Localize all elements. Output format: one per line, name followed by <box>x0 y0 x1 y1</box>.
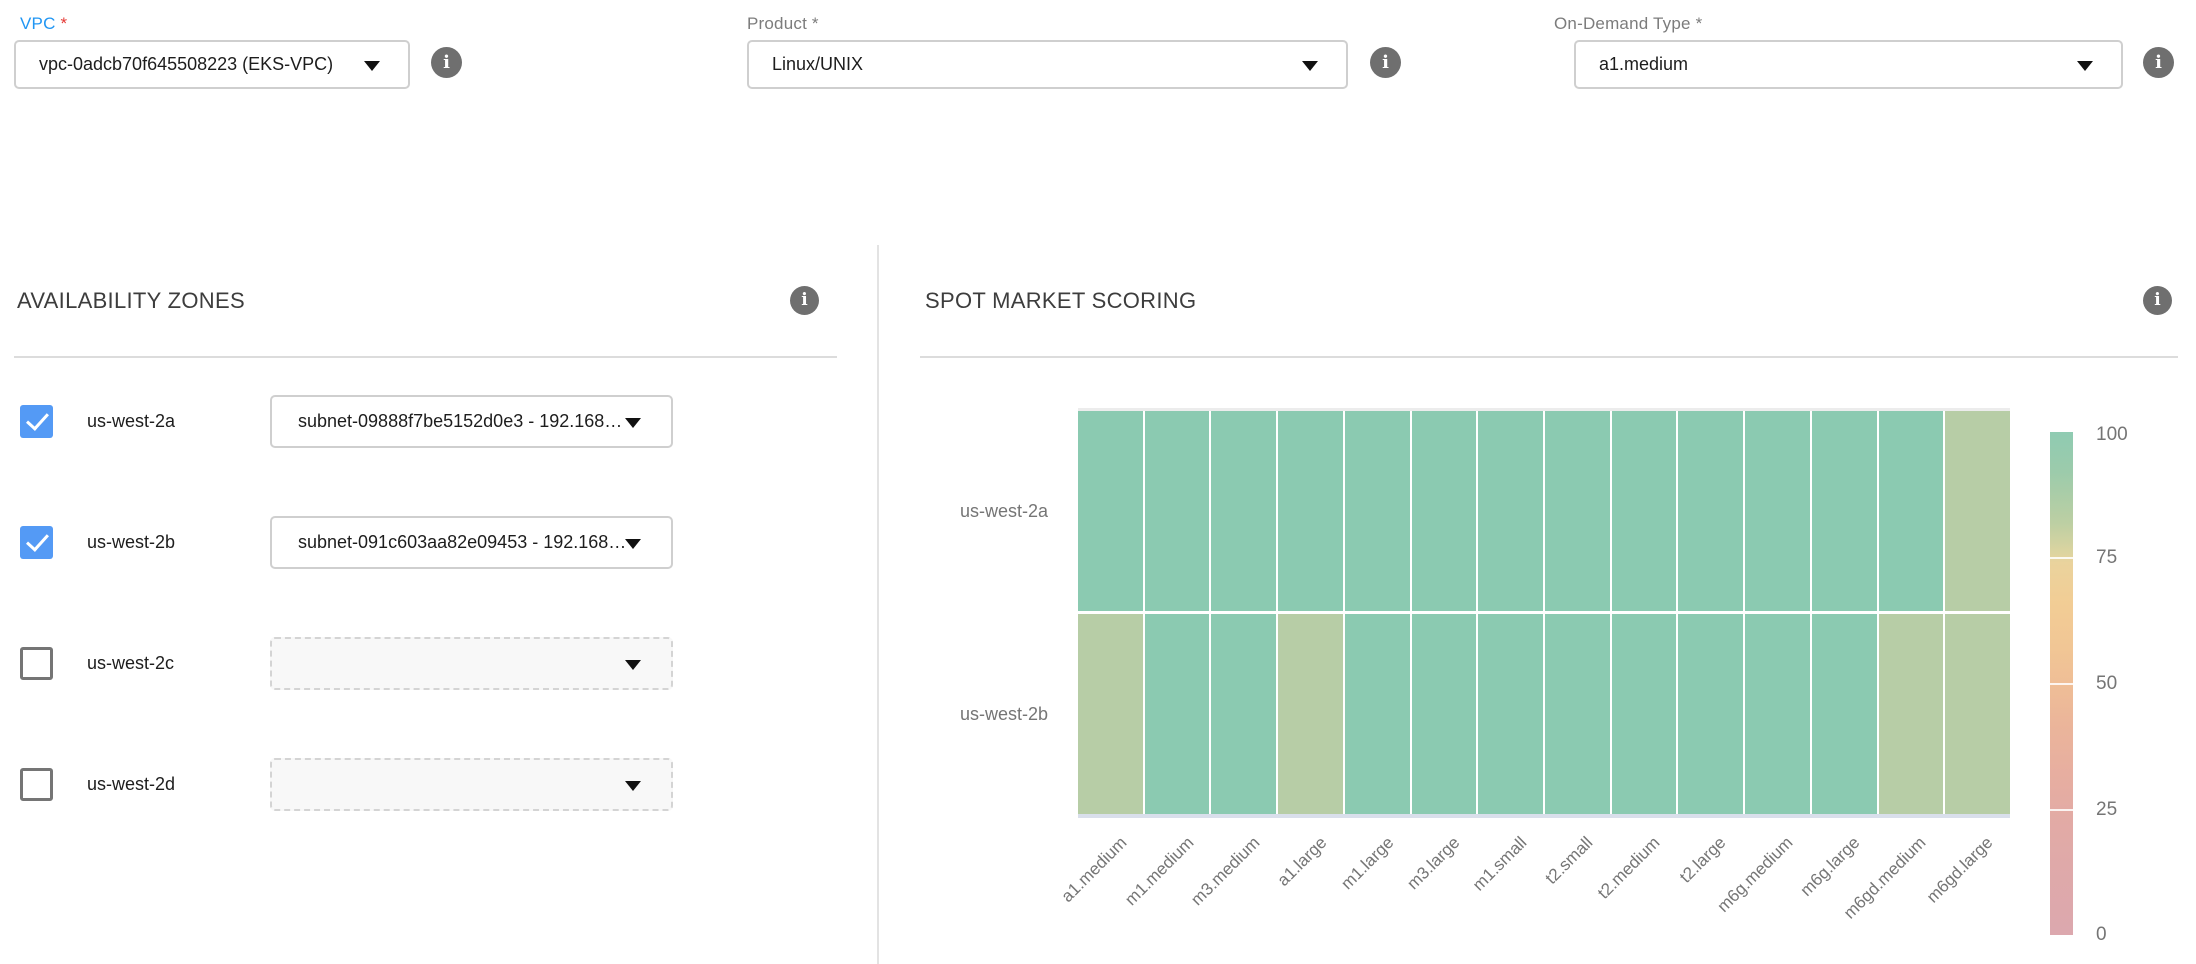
section-divider <box>920 356 2178 358</box>
heatmap-cell <box>1211 614 1276 814</box>
heatmap-x-label: m6g.large <box>1796 833 1864 901</box>
heatmap-cell <box>1145 411 1210 611</box>
heatmap-grid <box>1078 408 2010 818</box>
heatmap-row-label: us-west-2b <box>879 704 1048 725</box>
spot-market-scoring-info-icon[interactable]: i <box>2143 286 2172 315</box>
az-checkbox-us-west-2c[interactable] <box>20 647 53 680</box>
heatmap-cell <box>1278 411 1343 611</box>
heatmap-cell <box>1945 614 2010 814</box>
top-form: VPC * vpc-0adcb70f645508223 (EKS-VPC) i … <box>0 0 2196 245</box>
heatmap-x-label: m6gd.large <box>1923 833 1997 907</box>
az-row-us-west-2c: us-west-2c <box>20 637 877 690</box>
heatmap-x-axis: a1.mediumm1.mediumm3.mediuma1.largem1.la… <box>1078 833 2010 963</box>
chevron-down-icon <box>2077 61 2093 71</box>
chevron-down-icon <box>625 539 641 549</box>
heatmap-cell <box>1745 614 1810 814</box>
az-name: us-west-2c <box>87 653 270 674</box>
heatmap-cell <box>1078 614 1143 814</box>
heatmap-cell <box>1812 411 1877 611</box>
heatmap-cell <box>1412 411 1477 611</box>
chevron-down-icon <box>364 61 380 71</box>
heatmap-cell <box>1745 411 1810 611</box>
heatmap-x-label: m3.large <box>1403 833 1464 894</box>
on-demand-type-info-icon[interactable]: i <box>2143 47 2174 78</box>
availability-zones-title: AVAILABILITY ZONES <box>17 288 245 314</box>
heatmap-cell <box>1879 614 1944 814</box>
chevron-down-icon <box>625 418 641 428</box>
product-select[interactable]: Linux/UNIX <box>747 40 1348 89</box>
heatmap-cell <box>1945 411 2010 611</box>
subnet-select-value: subnet-091c603aa82e09453 - 192.168… <box>298 532 626 552</box>
az-checkbox-us-west-2a[interactable] <box>20 405 53 438</box>
az-name: us-west-2a <box>87 411 270 432</box>
heatmap-cell <box>1478 614 1543 814</box>
heatmap-cell <box>1345 411 1410 611</box>
heatmap-cell <box>1545 411 1610 611</box>
heatmap-x-label: t2.medium <box>1594 833 1664 903</box>
legend-tick-label: 50 <box>2096 673 2117 695</box>
heatmap-cell <box>1078 411 1143 611</box>
on-demand-type-label: On-Demand Type * <box>1554 14 1702 34</box>
legend-tick-label: 75 <box>2096 547 2117 569</box>
heatmap-cell <box>1678 411 1743 611</box>
availability-zones-info-icon[interactable]: i <box>790 286 819 315</box>
spot-market-scoring-panel: SPOT MARKET SCORING i us-west-2a us-west… <box>879 245 2194 964</box>
legend-tick-label: 25 <box>2096 799 2117 821</box>
legend-divider <box>2050 557 2073 559</box>
legend-tick-label: 0 <box>2096 924 2107 946</box>
chevron-down-icon <box>625 660 641 670</box>
heatmap-cell <box>1812 614 1877 814</box>
product-select-value: Linux/UNIX <box>772 54 863 74</box>
heatmap-x-label: t2.small <box>1542 833 1598 889</box>
heatmap-x-label: m3.medium <box>1188 833 1265 910</box>
az-name: us-west-2d <box>87 774 270 795</box>
legend-divider <box>2050 683 2073 685</box>
subnet-select-us-west-2c[interactable] <box>270 637 673 690</box>
subnet-select-value: subnet-09888f7be5152d0e3 - 192.168… <box>298 411 622 431</box>
heatmap-cell <box>1678 614 1743 814</box>
subnet-select-us-west-2d[interactable] <box>270 758 673 811</box>
vpc-info-icon[interactable]: i <box>431 47 462 78</box>
heatmap-x-label: m1.medium <box>1121 833 1198 910</box>
heatmap-row-label: us-west-2a <box>879 501 1048 522</box>
on-demand-type-select-value: a1.medium <box>1599 54 1688 74</box>
heatmap-cell <box>1345 614 1410 814</box>
vpc-required-mark: * <box>61 14 68 33</box>
az-checkbox-us-west-2b[interactable] <box>20 526 53 559</box>
spot-market-scoring-title: SPOT MARKET SCORING <box>925 288 1196 314</box>
availability-zones-panel: AVAILABILITY ZONES i us-west-2a subnet-0… <box>0 245 879 964</box>
section-divider <box>14 356 837 358</box>
heatmap-cell <box>1412 614 1477 814</box>
heatmap-cell <box>1612 614 1677 814</box>
az-row-us-west-2b: us-west-2b subnet-091c603aa82e09453 - 19… <box>20 516 877 569</box>
vpc-label: VPC * <box>20 14 67 34</box>
heatmap-cell <box>1545 614 1610 814</box>
subnet-select-us-west-2b[interactable]: subnet-091c603aa82e09453 - 192.168… <box>270 516 673 569</box>
on-demand-type-select[interactable]: a1.medium <box>1574 40 2123 89</box>
vpc-select-value: vpc-0adcb70f645508223 (EKS-VPC) <box>39 54 333 74</box>
az-row-us-west-2d: us-west-2d <box>20 758 877 811</box>
heatmap-x-label: m1.small <box>1469 833 1531 895</box>
chevron-down-icon <box>625 781 641 791</box>
legend-divider <box>2050 809 2073 811</box>
az-row-us-west-2a: us-west-2a subnet-09888f7be5152d0e3 - 19… <box>20 395 877 448</box>
heatmap-x-label: t2.large <box>1676 833 1730 887</box>
heatmap-x-label: m1.large <box>1337 833 1398 894</box>
heatmap-cell <box>1879 411 1944 611</box>
heatmap-cell <box>1278 614 1343 814</box>
heatmap-cell <box>1612 411 1677 611</box>
chevron-down-icon <box>1302 61 1318 71</box>
heatmap-cell <box>1478 411 1543 611</box>
az-checkbox-us-west-2d[interactable] <box>20 768 53 801</box>
heatmap-x-label: a1.large <box>1274 833 1332 891</box>
subnet-select-us-west-2a[interactable]: subnet-09888f7be5152d0e3 - 192.168… <box>270 395 673 448</box>
az-name: us-west-2b <box>87 532 270 553</box>
product-info-icon[interactable]: i <box>1370 47 1401 78</box>
heatmap-cell <box>1211 411 1276 611</box>
heatmap-cell <box>1145 614 1210 814</box>
product-label: Product * <box>747 14 819 34</box>
vpc-select[interactable]: vpc-0adcb70f645508223 (EKS-VPC) <box>14 40 410 89</box>
legend-tick-label: 100 <box>2096 424 2128 446</box>
